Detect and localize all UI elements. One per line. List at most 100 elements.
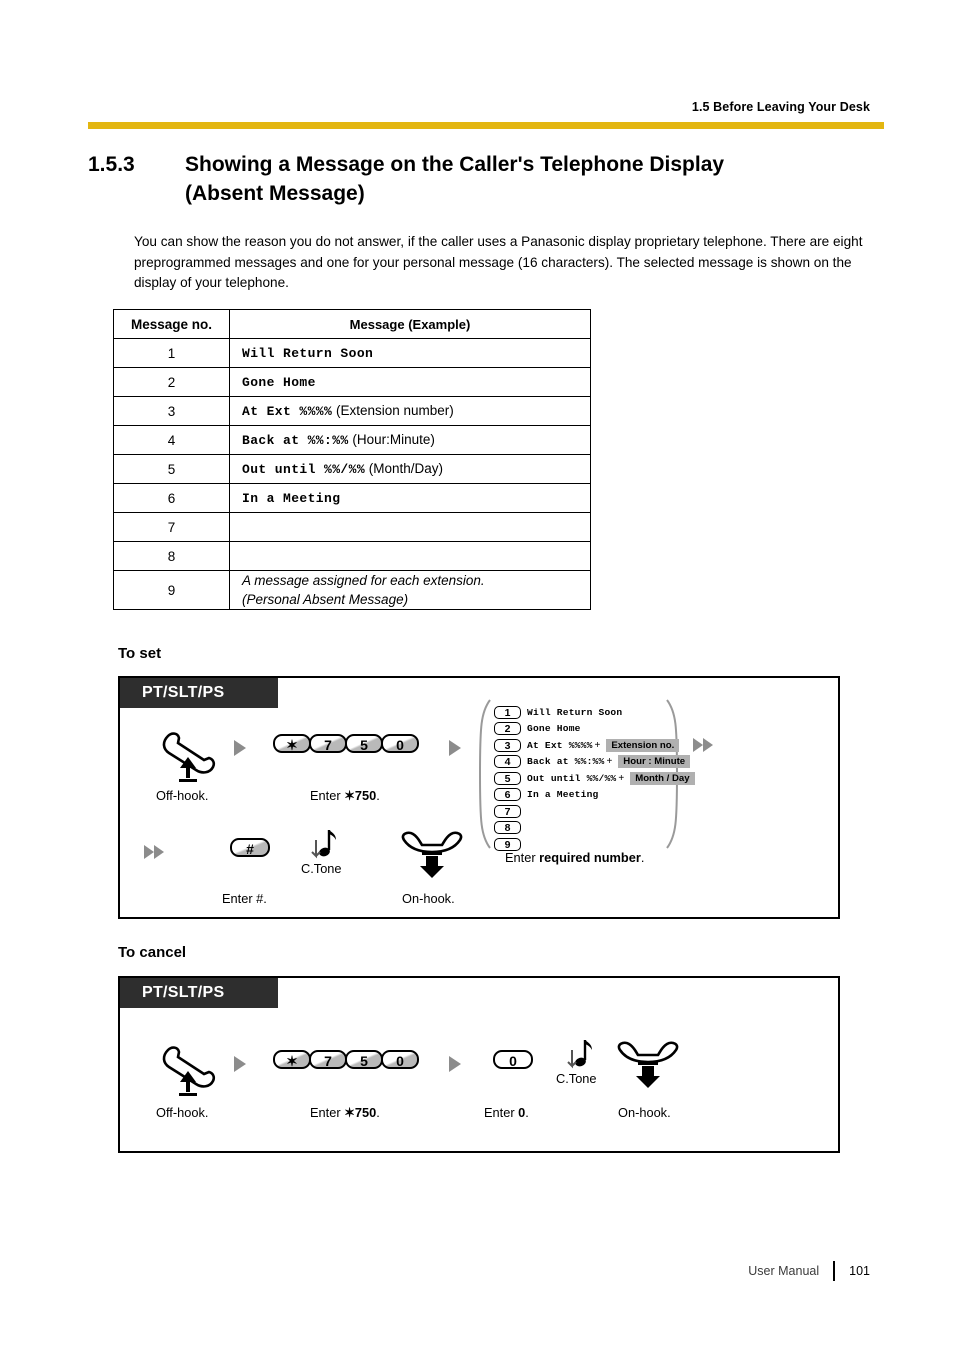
to-cancel-zero-key[interactable]: 0 <box>493 1050 533 1069</box>
table-row: 7 <box>113 512 591 542</box>
offhook-icon <box>156 726 218 782</box>
cell-message-example: At Ext %%%% (Extension number) <box>229 396 591 426</box>
footer-divider <box>833 1261 836 1281</box>
message-option-key-2[interactable]: 2 <box>494 722 521 736</box>
zero-key-cap[interactable]: 0 <box>493 1050 533 1069</box>
section-title-line1: Showing a Message on the Caller's Teleph… <box>185 153 725 176</box>
cell-message-no: 7 <box>113 512 230 542</box>
flow-arrow-icon <box>234 740 246 756</box>
message-option-key-1[interactable]: 1 <box>494 705 521 719</box>
cell-mono-text: At Ext %%%% <box>242 404 333 419</box>
message-option-text: At Ext %%%% <box>527 739 593 751</box>
to-set-required-label: Enter required number. <box>505 850 644 865</box>
cell-message-no: 8 <box>113 541 230 571</box>
message-option-key-8[interactable]: 8 <box>494 821 521 835</box>
cell-mono-text: Out until %%/%% <box>242 462 366 477</box>
message-option-text: Gone Home <box>527 723 581 735</box>
flow-arrow-icon-4 <box>449 1056 461 1072</box>
cell-message-no: 3 <box>113 396 230 426</box>
message-option-parameter-box: Hour : Minute <box>618 755 691 769</box>
to-set-750-suffix: . <box>376 788 380 803</box>
flow-arrow-icon-2 <box>449 740 461 756</box>
table-header-row: Message no. Message (Example) <box>113 309 591 339</box>
message-option-row[interactable]: 1 Will Return Soon <box>494 704 670 721</box>
hash-key-cap[interactable]: # <box>230 838 270 857</box>
to-set-hash-label: Enter #. <box>222 891 267 906</box>
table-row: 3 At Ext %%%% (Extension number) <box>113 396 591 426</box>
message-option-text: Will Return Soon <box>527 706 623 718</box>
col-header-message-example: Message (Example) <box>229 309 591 339</box>
page-footer: User Manual 101 <box>748 1261 870 1281</box>
message-option-key-3[interactable]: 3 <box>494 738 521 752</box>
message-option-row[interactable]: 8 <box>494 820 670 837</box>
message-option-text: Back at %%:%% <box>527 756 605 768</box>
message-option-key-4[interactable]: 4 <box>494 755 521 769</box>
to-set-onhook-label: On-hook. <box>402 891 455 906</box>
to-set-diagram: PT/SLT/PS Off-hook. ✶750 Enter ✶750. <box>118 676 840 919</box>
continue-arrow-right <box>693 736 713 754</box>
cell-message-no: 1 <box>113 338 230 368</box>
cell-mono-text: Will Return Soon <box>242 346 374 361</box>
message-option-key-7[interactable]: 7 <box>494 804 521 818</box>
cell-message-example <box>229 541 591 571</box>
cell-note-text: (Hour:Minute) <box>348 432 435 447</box>
to-cancel-diagram: PT/SLT/PS Off-hook. ✶ 7 5 0 Enter ✶750. 0 E… <box>118 976 840 1153</box>
message-option-key-9[interactable]: 9 <box>494 837 521 851</box>
to-set-key-star[interactable]: ✶ <box>273 734 311 753</box>
to-set-caption: To set <box>118 645 162 662</box>
to-cancel-key-star[interactable]: ✶ <box>273 1050 311 1069</box>
to-set-key-0[interactable]: 0 <box>381 734 419 753</box>
to-cancel-key-7[interactable]: 7 <box>309 1050 347 1069</box>
onhook-icon-cancel <box>614 1040 682 1090</box>
flow-arrow-icon-3 <box>234 1056 246 1072</box>
message-option-row[interactable]: 3 At Ext %%%% + Extension no. <box>494 737 680 754</box>
table-row: 1 Will Return Soon <box>113 338 591 368</box>
to-cancel-phone-tag: PT/SLT/PS <box>120 978 278 1008</box>
cell-message-no: 9 <box>113 570 230 610</box>
message-option-parameter-box: Extension no. <box>606 738 680 752</box>
to-set-offhook-label: Off-hook. <box>156 788 209 803</box>
intro-paragraph: You can show the reason you do not answe… <box>134 234 863 290</box>
required-suffix: . <box>640 850 645 865</box>
cell-note-text: (Extension number) <box>332 403 454 418</box>
message-option-parameter-box: Month / Day <box>630 771 695 785</box>
to-set-keypad-750[interactable]: ✶ 7 5 0 <box>273 734 419 753</box>
cell-message-example <box>229 512 591 542</box>
to-set-key-7[interactable]: 7 <box>309 734 347 753</box>
message-option-row[interactable]: 4 Back at %%:%% + Hour : Minute <box>494 754 691 771</box>
section-number: 1.5.3 <box>88 153 135 176</box>
message-option-row[interactable]: 6 In a Meeting <box>494 787 670 804</box>
message-option-text: Out until %%/%% <box>527 772 617 784</box>
message-option-key-5[interactable]: 5 <box>494 771 521 785</box>
table-row: 2 Gone Home <box>113 367 591 397</box>
to-cancel-caption: To cancel <box>118 944 187 961</box>
cell-message-example: Will Return Soon <box>229 338 591 368</box>
required-bold: required number <box>539 850 641 865</box>
ctone-label-cancel: C.Tone <box>556 1071 597 1086</box>
message-option-row[interactable]: 2 Gone Home <box>494 721 670 738</box>
to-cancel-750-bold: ✶750 <box>344 1105 377 1120</box>
manual-page: 1.5 Before Leaving Your Desk 1.5.3 Showi… <box>0 0 954 1351</box>
to-set-750-prefix: Enter <box>310 788 345 803</box>
to-cancel-zero-prefix: Enter <box>484 1105 519 1120</box>
to-cancel-keypad-750[interactable]: ✶ 7 5 0 <box>273 1050 419 1069</box>
cell-message-no: 5 <box>113 454 230 484</box>
offhook-icon-cancel <box>156 1040 218 1096</box>
to-set-message-options[interactable]: 1 Will Return Soon 2 Gone Home 3 At Ext %%%% +… <box>494 704 695 853</box>
to-cancel-key-0[interactable]: 0 <box>381 1050 419 1069</box>
message-option-plus: + <box>594 739 601 751</box>
cell-message-example: Out until %%/%% (Month/Day) <box>229 454 591 484</box>
to-set-hash-key[interactable]: # <box>230 838 270 857</box>
header-rule <box>88 122 884 129</box>
message-option-text: In a Meeting <box>527 789 599 801</box>
message-option-row[interactable]: 7 <box>494 803 670 820</box>
message-option-key-6[interactable]: 6 <box>494 788 521 802</box>
to-cancel-key-5[interactable]: 5 <box>345 1050 383 1069</box>
message-option-row[interactable]: 5 Out until %%/%% + Month / Day <box>494 770 695 787</box>
to-set-key-5[interactable]: 5 <box>345 734 383 753</box>
to-set-750-bold: ✶750 <box>344 788 377 803</box>
to-cancel-750-prefix: Enter <box>310 1105 345 1120</box>
footer-page-number: 101 <box>849 1264 870 1278</box>
cell-message-no: 2 <box>113 367 230 397</box>
table-row: 5 Out until %%/%% (Month/Day) <box>113 454 591 484</box>
